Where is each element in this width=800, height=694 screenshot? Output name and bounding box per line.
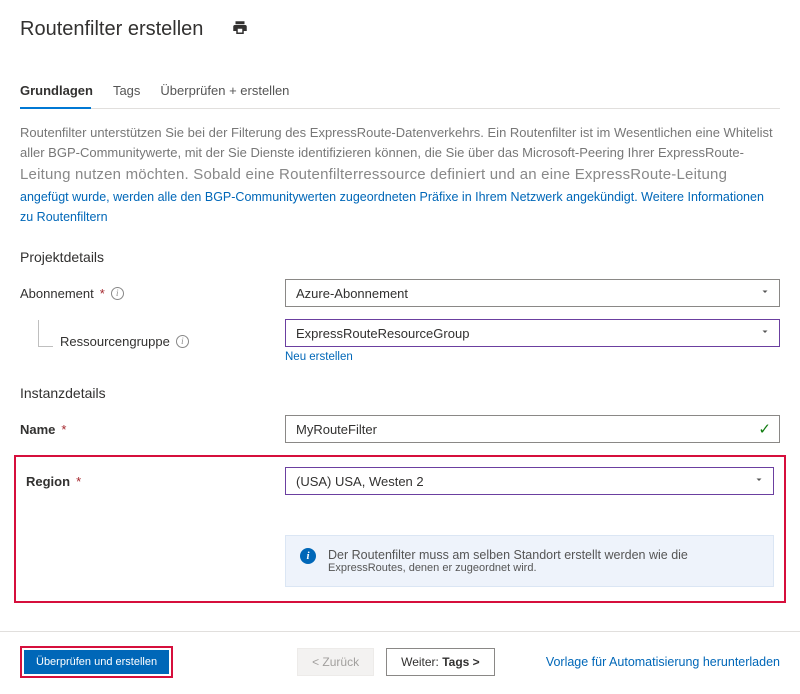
info-icon[interactable]: i	[111, 287, 124, 300]
check-icon: ✓	[758, 420, 771, 438]
label-subscription: Abonnement * i	[20, 286, 285, 301]
next-button-prefix: Weiter:	[401, 655, 439, 669]
label-subscription-text: Abonnement	[20, 286, 94, 301]
description-text: Routenfilter unterstützen Sie bei der Fi…	[20, 123, 780, 227]
tab-tags[interactable]: Tags	[113, 77, 148, 108]
info-icon: i	[300, 548, 316, 564]
required-asterisk: *	[100, 286, 105, 301]
create-new-resource-group-link[interactable]: Neu erstellen	[285, 351, 780, 363]
region-highlight-box: Region * (USA) USA, Westen 2 i Der Route…	[14, 455, 786, 603]
label-name: Name *	[20, 422, 285, 437]
review-create-highlight: Überprüfen und erstellen	[20, 646, 173, 678]
region-select[interactable]: (USA) USA, Westen 2	[285, 467, 774, 495]
name-input-wrapper: ✓	[285, 415, 780, 443]
resource-group-select[interactable]: ExpressRouteResourceGroup	[285, 319, 780, 347]
footer-bar: Überprüfen und erstellen < Zurück Weiter…	[0, 632, 800, 694]
label-resource-group: Ressourcengruppe i	[20, 334, 285, 349]
description-learn-more-link[interactable]: angefügt wurde, werden alle den BGP-Comm…	[20, 190, 764, 224]
chevron-down-icon	[759, 286, 771, 301]
next-button-target: Tags >	[442, 655, 479, 669]
subscription-select[interactable]: Azure-Abonnement	[285, 279, 780, 307]
back-button: < Zurück	[297, 648, 374, 676]
description-line-1: Routenfilter unterstützen Sie bei der Fi…	[20, 125, 773, 160]
info-banner-line-1: Der Routenfilter muss am selben Standort…	[328, 548, 688, 562]
required-asterisk: *	[61, 422, 66, 437]
required-asterisk: *	[76, 474, 81, 489]
label-region-text: Region	[26, 474, 70, 489]
info-banner-line-2: ExpressRoutes, denen er zugeordnet wird.	[328, 562, 688, 574]
tab-basics[interactable]: Grundlagen	[20, 77, 101, 108]
next-button[interactable]: Weiter: Tags >	[386, 648, 495, 676]
tab-review[interactable]: Überprüfen + erstellen	[160, 77, 297, 108]
chevron-down-icon	[753, 474, 765, 489]
label-region: Region *	[26, 474, 285, 489]
region-value: (USA) USA, Westen 2	[296, 474, 424, 489]
print-icon[interactable]	[231, 19, 249, 40]
region-info-banner: i Der Routenfilter muss am selben Stando…	[285, 535, 774, 587]
description-line-2: Leitung nutzen möchten. Sobald eine Rout…	[20, 166, 727, 183]
resource-group-value: ExpressRouteResourceGroup	[296, 326, 469, 341]
tab-bar: Grundlagen Tags Überprüfen + erstellen	[20, 77, 780, 109]
page-title: Routenfilter erstellen	[20, 18, 203, 41]
name-input[interactable]	[296, 422, 751, 437]
chevron-down-icon	[759, 326, 771, 341]
download-automation-template-link[interactable]: Vorlage für Automatisierung herunterlade…	[546, 655, 780, 669]
info-icon[interactable]: i	[176, 335, 189, 348]
subscription-value: Azure-Abonnement	[296, 286, 408, 301]
label-resource-group-text: Ressourcengruppe	[60, 334, 170, 349]
section-instance-details: Instanzdetails	[20, 385, 780, 401]
section-project-details: Projektdetails	[20, 249, 780, 265]
label-name-text: Name	[20, 422, 55, 437]
